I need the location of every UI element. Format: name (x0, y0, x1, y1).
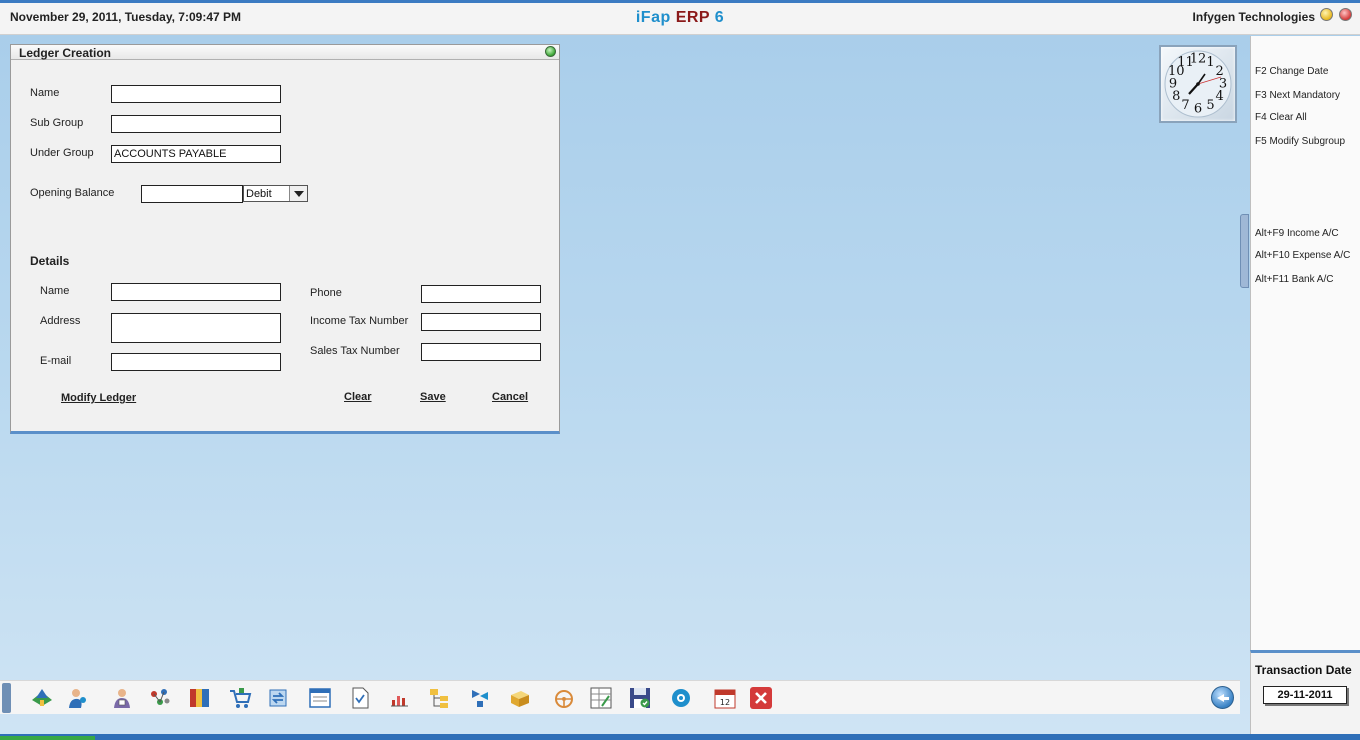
name-label: Name (30, 87, 60, 99)
exit-icon[interactable] (749, 686, 773, 710)
company-name: Infygen Technologies (1192, 10, 1315, 24)
subgroup-input[interactable] (111, 115, 281, 133)
brand-part-3: 6 (714, 9, 725, 26)
brand-part-1: iFap (635, 9, 671, 26)
cancel-button[interactable]: Cancel (492, 391, 528, 403)
steering-icon[interactable] (552, 686, 576, 710)
details-name-input[interactable] (111, 283, 281, 301)
taskbar-strip (0, 734, 1360, 740)
back-arrow-icon[interactable] (1211, 686, 1234, 709)
balance-type-select[interactable]: Debit (243, 185, 308, 202)
taskbar-progress (0, 736, 95, 740)
window-icon[interactable] (308, 686, 332, 710)
save-disk-icon[interactable] (628, 686, 652, 710)
sales-tax-input[interactable] (421, 343, 541, 361)
close-window-icon[interactable] (1339, 8, 1352, 21)
brand-part-2: ERP (675, 9, 710, 26)
clock-numeral: 5 (1206, 98, 1214, 113)
chevron-down-icon[interactable] (289, 186, 307, 201)
shortcut-expense-ac[interactable]: Alt+F10 Expense A/C (1255, 250, 1350, 261)
name-input[interactable] (111, 85, 281, 103)
transaction-date-label: Transaction Date (1255, 663, 1352, 677)
ledger-creation-panel: Ledger Creation Name Sub Group Under Gro… (10, 44, 560, 434)
phone-label: Phone (310, 287, 342, 299)
shortcut-bank-ac[interactable]: Alt+F11 Bank A/C (1255, 274, 1333, 285)
clock-numeral: 7 (1181, 98, 1189, 113)
transaction-date-value[interactable]: 29-11-2011 (1263, 686, 1347, 704)
transfer-icon[interactable] (266, 686, 290, 710)
shortcut-income-ac[interactable]: Alt+F9 Income A/C (1255, 228, 1339, 239)
document-icon[interactable] (348, 686, 372, 710)
modify-ledger-button[interactable]: Modify Ledger (61, 392, 136, 404)
company-icon[interactable] (30, 686, 54, 710)
workflow-icon[interactable] (468, 686, 492, 710)
clock-numeral: 1 (1206, 55, 1214, 70)
panel-title-bar: Ledger Creation (11, 45, 559, 60)
status-indicator-icon[interactable] (545, 46, 556, 57)
clock-numeral: 11 (1177, 55, 1194, 70)
top-bar: November 29, 2011, Tuesday, 7:09:47 PM i… (0, 0, 1360, 35)
phone-input[interactable] (421, 285, 541, 303)
calculator-sheet-icon[interactable] (589, 686, 613, 710)
opening-balance-input[interactable] (141, 185, 243, 203)
panel-title: Ledger Creation (19, 46, 112, 60)
calendar-icon[interactable]: 12 (713, 686, 737, 710)
undergroup-label: Under Group (30, 147, 94, 159)
svg-text:12: 12 (720, 698, 730, 707)
shortcut-clear-all[interactable]: F4 Clear All (1255, 112, 1307, 123)
minimize-icon[interactable] (1320, 8, 1333, 21)
transaction-date-panel: Transaction Date 29-11-2011 (1250, 650, 1360, 734)
user-icon[interactable] (66, 686, 90, 710)
chart-icon[interactable] (388, 686, 412, 710)
income-tax-label: Income Tax Number (310, 315, 409, 327)
clock-numeral: 6 (1194, 102, 1202, 117)
accountant-icon[interactable] (110, 686, 134, 710)
details-heading: Details (30, 254, 70, 268)
undergroup-input[interactable] (111, 145, 281, 163)
clear-button[interactable]: Clear (344, 391, 372, 403)
details-name-label: Name (40, 285, 70, 297)
shortcut-modify-subgroup[interactable]: F5 Modify Subgroup (1255, 136, 1345, 147)
shortcut-next-mandatory[interactable]: F3 Next Mandatory (1255, 90, 1340, 101)
address-label: Address (40, 315, 81, 327)
address-input[interactable] (111, 313, 281, 343)
app-brand: iFap ERP 6 (0, 9, 1360, 27)
toolbar-scroll-left-handle[interactable] (2, 683, 11, 713)
email-label: E-mail (40, 355, 72, 367)
shortcut-change-date[interactable]: F2 Change Date (1255, 66, 1328, 77)
subgroup-label: Sub Group (30, 117, 84, 129)
cart-icon[interactable] (228, 686, 252, 710)
panel-collapse-handle[interactable] (1240, 214, 1249, 288)
balance-type-value: Debit (246, 188, 272, 200)
clock-numeral: 4 (1216, 89, 1224, 104)
package-icon[interactable] (508, 686, 532, 710)
email-input[interactable] (111, 353, 281, 371)
opening-balance-label: Opening Balance (30, 187, 115, 199)
sales-tax-label: Sales Tax Number (310, 345, 400, 357)
clock-face: 12 1234567891011 (1164, 50, 1232, 118)
bottom-toolbar: 12 (0, 680, 1240, 714)
settings-icon[interactable] (669, 686, 693, 710)
network-icon[interactable] (148, 686, 172, 710)
shortcuts-panel: F2 Change Date F3 Next Mandatory F4 Clea… (1250, 36, 1360, 654)
save-button[interactable]: Save (420, 391, 446, 403)
income-tax-input[interactable] (421, 313, 541, 331)
folder-tree-icon[interactable] (428, 686, 452, 710)
analog-clock: 12 1 2 3 4 5 6 7 8 9 10 11 (1159, 45, 1237, 123)
books-icon[interactable] (188, 686, 212, 710)
